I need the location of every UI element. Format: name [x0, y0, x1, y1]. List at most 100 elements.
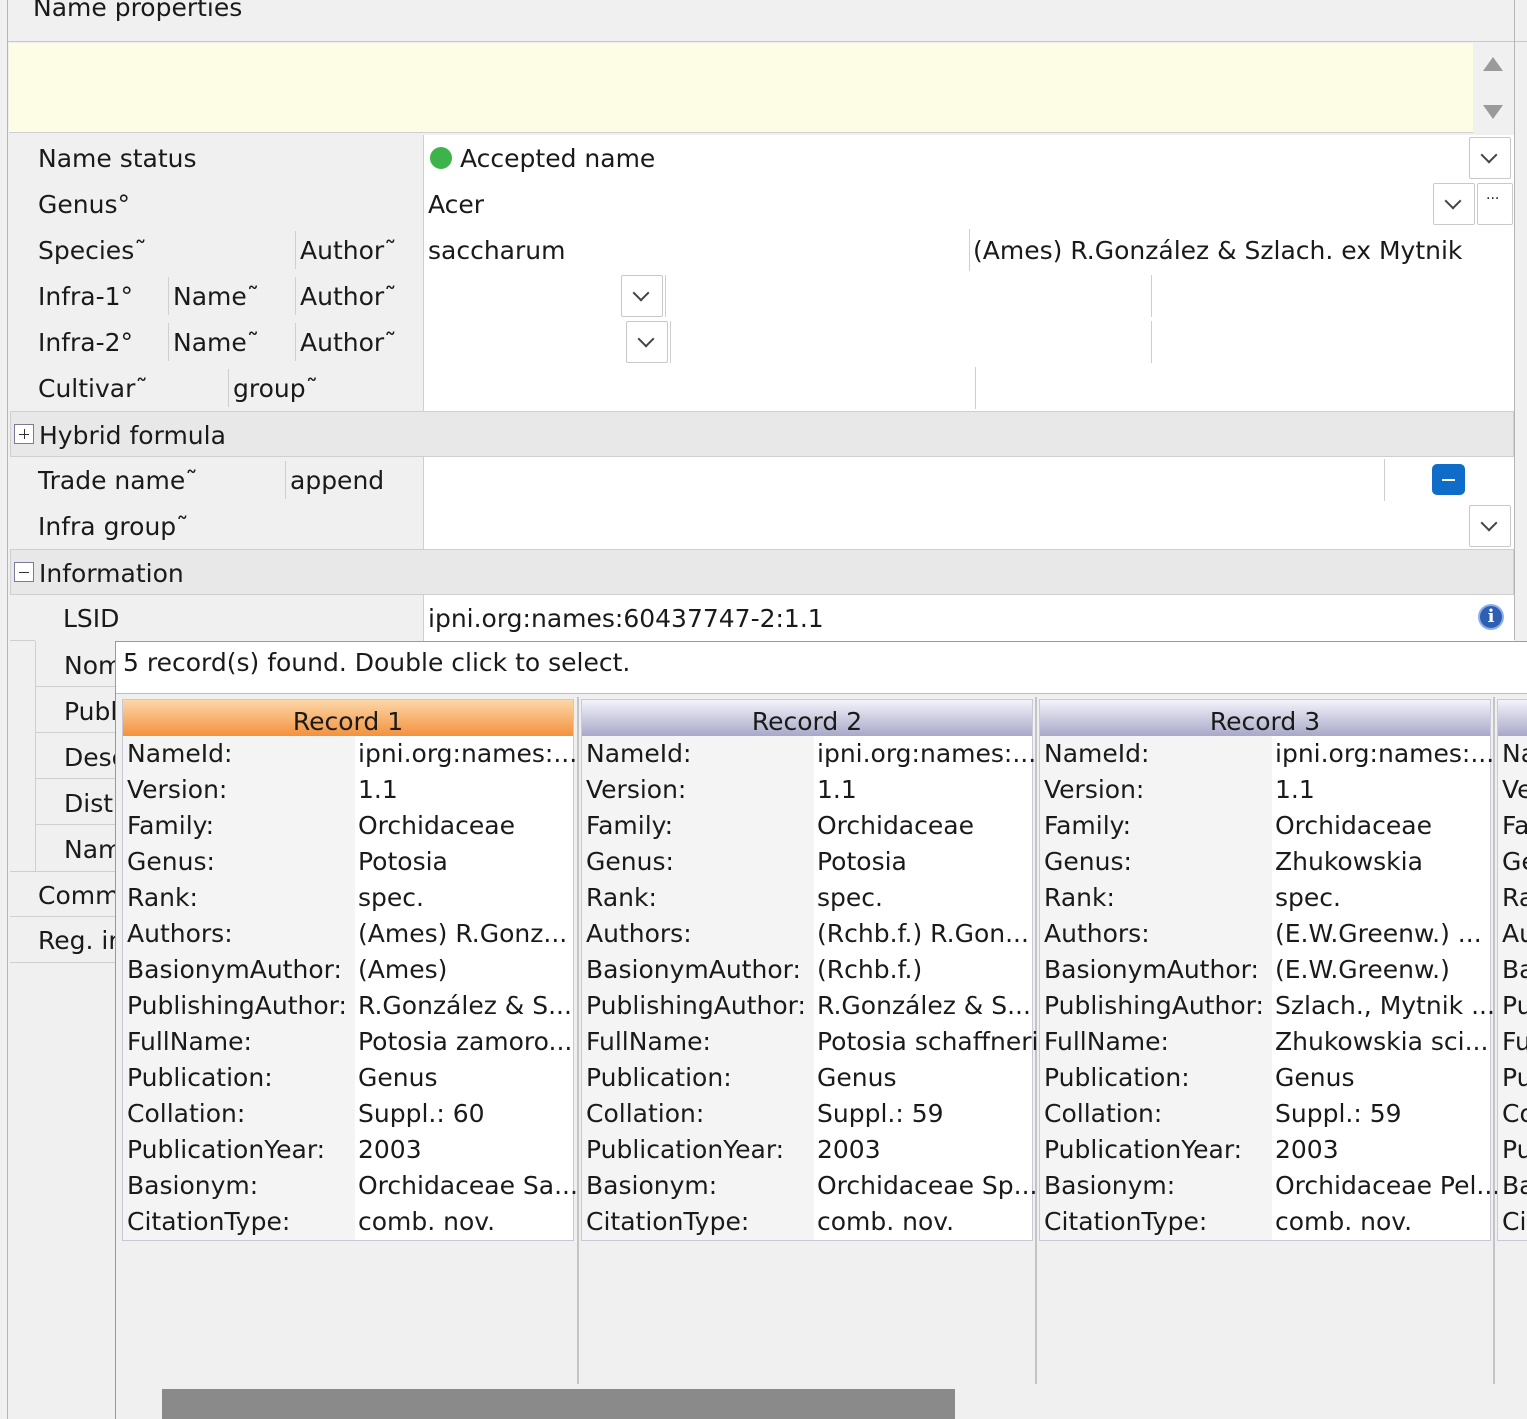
notes-scrollbar[interactable]	[1473, 43, 1514, 133]
record-field-row: Co	[1498, 1096, 1527, 1132]
hybrid-formula-group[interactable]: Hybrid formula	[10, 411, 1514, 457]
record-card-3[interactable]: Record 3 NameId: ipni.org:names:... Versio…	[1039, 699, 1500, 1241]
record-field-row: CitationType: comb. nov.	[1040, 1204, 1490, 1240]
record-field-value: Potosia schaffneri	[817, 1027, 1039, 1056]
record-field-value: Suppl.: 59	[817, 1099, 944, 1128]
record-field-value: Orchidaceae	[358, 811, 515, 840]
record-field-label: Family:	[586, 811, 674, 840]
genus-field[interactable]: Acer ···	[424, 181, 1514, 227]
record-field-label: PublishingAuthor:	[1044, 991, 1264, 1020]
popup-message: 5 record(s) found. Double click to selec…	[123, 648, 631, 677]
record-field-label: Family:	[1044, 811, 1132, 840]
record-card-4[interactable]: Na Ve Fa Ge Ra Au Ba Pu Fu Pu Co Pu Ba Cit	[1497, 699, 1527, 1241]
info-icon[interactable]: i	[1478, 604, 1504, 630]
species-field[interactable]: saccharum (Ames) R.González & Szlach. ex…	[424, 227, 1514, 273]
cultivar-field[interactable]	[424, 365, 1514, 411]
record-field-label: Ve	[1502, 775, 1527, 804]
species-row: Species˜ Author˜ saccharum (Ames) R.Gonz…	[10, 227, 1514, 273]
name-status-value: Accepted name	[460, 144, 656, 173]
genus-browse-button[interactable]: ···	[1477, 183, 1513, 225]
scroll-up-icon[interactable]	[1483, 57, 1503, 71]
panel-header: Name properties	[8, 0, 1527, 42]
record-field-label: FullName:	[586, 1027, 711, 1056]
lsid-field[interactable]: ipni.org:names:60437747-2:1.1 i	[424, 595, 1514, 641]
record-field-label: FullName:	[1044, 1027, 1169, 1056]
record-field-value: R.González & S...	[817, 991, 1031, 1020]
genus-dropdown-button[interactable]	[1433, 183, 1475, 225]
remove-minus-icon[interactable]	[1432, 464, 1465, 495]
record-field-value: R.González & S...	[358, 991, 572, 1020]
record-card-1[interactable]: Record 1 NameId: ipni.org:names:... Versio…	[122, 699, 578, 1241]
infra-group-select[interactable]	[424, 503, 1514, 549]
record-field-row: Authors: (Ames) R.Gonz...	[123, 916, 573, 952]
reg-label: Reg. ir	[38, 926, 119, 955]
notes-area[interactable]	[9, 43, 1473, 133]
record-column: Record 3 NameId: ipni.org:names:... Versio…	[1037, 697, 1500, 1384]
record-field-row: Basionym: Orchidaceae Sa...	[123, 1168, 578, 1204]
record-field-value: Suppl.: 60	[358, 1099, 485, 1128]
trade-name-field[interactable]	[424, 457, 1514, 503]
record-field-row: Authors: (Rchb.f.) R.Gon...	[582, 916, 1032, 952]
hidden-label: Publ	[64, 697, 118, 726]
lookup-results-popup[interactable]: 5 record(s) found. Double click to selec…	[115, 641, 1527, 1419]
name-status-row: Name status Accepted name	[10, 135, 1514, 181]
trade-name-row: Trade name˜ append	[10, 457, 1514, 503]
panel-title: Name properties	[33, 0, 243, 22]
record-field-row: Fa	[1498, 808, 1527, 844]
record-field-row: Basionym: Orchidaceae Pel...	[1040, 1168, 1500, 1204]
record-field-label: Ra	[1502, 883, 1527, 912]
record-field-row: Pu	[1498, 1132, 1527, 1168]
record-field-value: Genus	[817, 1063, 897, 1092]
record-field-value: Orchidaceae	[817, 811, 974, 840]
record-field-row: Cit	[1498, 1204, 1527, 1240]
collapse-minus-icon[interactable]	[14, 562, 34, 582]
infra2-rank-dropdown-button[interactable]	[626, 321, 668, 363]
record-field-row: Publication: Genus	[582, 1060, 1032, 1096]
scroll-down-icon[interactable]	[1483, 105, 1503, 119]
record-field-row: Genus: Potosia	[123, 844, 573, 880]
record-field-label: Pu	[1502, 1135, 1527, 1164]
record-field-label: Publication:	[586, 1063, 732, 1092]
ellipsis-icon: ···	[1486, 191, 1500, 207]
infra1-field[interactable]	[424, 273, 1514, 319]
infra-group-label-cell: Infra group˜	[10, 503, 424, 549]
record-card-2[interactable]: Record 2 NameId: ipni.org:names:... Versio…	[581, 699, 1038, 1241]
divider	[969, 229, 970, 271]
name-status-label: Name status	[38, 144, 197, 173]
record-field-value: spec.	[1275, 883, 1341, 912]
name-status-select[interactable]: Accepted name	[424, 135, 1514, 181]
trade-name-append-label: append	[290, 466, 385, 495]
expand-plus-icon[interactable]	[14, 424, 34, 444]
name-status-dropdown-button[interactable]	[1469, 137, 1511, 179]
record-field-value: 2003	[358, 1135, 422, 1164]
horizontal-scrollbar-thumb[interactable]	[162, 1389, 955, 1419]
record-field-label: Rank:	[127, 883, 198, 912]
record-field-row: Family: Orchidaceae	[1040, 808, 1490, 844]
record-field-row: CitationType: comb. nov.	[582, 1204, 1032, 1240]
divider	[1151, 321, 1152, 363]
infra1-rank-dropdown-button[interactable]	[621, 275, 663, 317]
infra2-field[interactable]	[424, 319, 1514, 365]
record-field-label: Na	[1502, 739, 1527, 768]
grid-right-border	[1514, 0, 1515, 640]
record-field-value: Orchidaceae Sa...	[358, 1171, 578, 1200]
record-field-label: Rank:	[586, 883, 657, 912]
species-author-value[interactable]: (Ames) R.González & Szlach. ex Mytnik	[973, 238, 1462, 263]
record-field-row: BasionymAuthor: (E.W.Greenw.)	[1040, 952, 1490, 988]
record-field-label: Pu	[1502, 1063, 1527, 1092]
information-group[interactable]: Information	[10, 549, 1514, 595]
record-field-label: Rank:	[1044, 883, 1115, 912]
record-field-label: Family:	[127, 811, 215, 840]
infra2-label-cell: Infra-2° Name˜ Author˜	[10, 319, 424, 365]
popup-message-bar: 5 record(s) found. Double click to selec…	[116, 642, 1527, 694]
chevron-down-icon	[632, 284, 650, 302]
record-field-row: Pu	[1498, 1060, 1527, 1096]
record-field-value: 1.1	[817, 775, 857, 804]
infra-group-dropdown-button[interactable]	[1469, 505, 1511, 547]
record-field-label: BasionymAuthor:	[1044, 955, 1259, 984]
record-field-value: Suppl.: 59	[1275, 1099, 1402, 1128]
divider	[228, 369, 229, 407]
record-field-row: FullName: Potosia zamoro...	[123, 1024, 573, 1060]
record-field-value: (Ames) R.Gonz...	[358, 919, 568, 948]
record-field-value: Genus	[358, 1063, 438, 1092]
